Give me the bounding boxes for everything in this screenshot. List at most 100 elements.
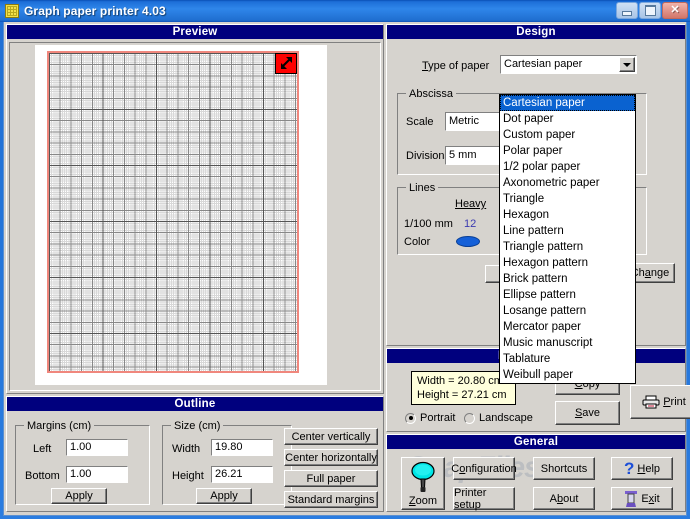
resize-diagonal-arrow-icon[interactable] xyxy=(275,53,297,74)
paper-type-option[interactable]: Mercator paper xyxy=(500,319,635,335)
margins-group-title: Margins (cm) xyxy=(24,420,95,432)
help-button-label: Help xyxy=(637,462,661,475)
heavy-color-swatch[interactable] xyxy=(456,236,480,247)
scale-value: Metric xyxy=(449,115,479,127)
grid-lines xyxy=(49,53,297,371)
width-input[interactable]: 19.80 xyxy=(211,439,273,456)
paper-type-option[interactable]: Tablature xyxy=(500,351,635,367)
zoom-button[interactable]: Zoom xyxy=(401,457,445,510)
zoom-button-label: Zoom xyxy=(408,494,438,507)
title-bar: Graph paper printer 4.03 ✕ xyxy=(0,0,690,22)
paper-type-option[interactable]: Dot paper xyxy=(500,111,635,127)
graph-paper-preview[interactable] xyxy=(47,51,299,373)
paper-type-option[interactable]: Music manuscript xyxy=(500,335,635,351)
close-button[interactable]: ✕ xyxy=(662,2,688,19)
height-input[interactable]: 26.21 xyxy=(211,466,273,483)
paper-type-option[interactable]: 1/2 polar paper xyxy=(500,159,635,175)
portrait-radio-dot xyxy=(405,412,416,424)
bottom-margin-input[interactable]: 1.00 xyxy=(66,466,128,483)
left-margin-input[interactable]: 1.00 xyxy=(66,439,128,456)
center-horizontally-button[interactable]: Center horizontally xyxy=(284,449,378,466)
paper-type-option[interactable]: Ellipse pattern xyxy=(500,287,635,303)
height-label: Height xyxy=(172,470,204,482)
paper-type-option[interactable]: Polar paper xyxy=(500,143,635,159)
size-group: Size (cm) Width 19.80 Height 26.21 Apply xyxy=(162,420,292,505)
paper-type-option[interactable]: Triangle xyxy=(500,191,635,207)
design-header: Design xyxy=(387,25,685,39)
standard-margins-button[interactable]: Standard margins xyxy=(284,491,378,508)
general-header: General xyxy=(387,435,685,449)
paper-type-option[interactable]: Brick pattern xyxy=(500,271,635,287)
printer-icon xyxy=(642,395,660,409)
preview-header: Preview xyxy=(7,25,383,39)
resize-arrow-svg xyxy=(281,57,292,69)
abscissa-group-title: Abscissa xyxy=(406,88,457,100)
left-margin-label: Left xyxy=(33,443,52,455)
bottom-margin-label: Bottom xyxy=(25,470,60,482)
shortcuts-button[interactable]: Shortcuts xyxy=(533,457,595,480)
heavy-thickness-value[interactable]: 12 xyxy=(464,218,476,230)
paper-type-option[interactable]: Logit-log paper xyxy=(500,383,635,384)
save-button-label: Save xyxy=(574,407,601,419)
page-width-text: Width = 20.80 cm xyxy=(417,375,503,387)
exit-button[interactable]: Exit xyxy=(611,487,673,510)
client-area: Preview Outline Margins (cm) Left 1.00 B… xyxy=(3,22,690,516)
landscape-radio[interactable]: Landscape xyxy=(464,412,533,424)
door-exit-icon xyxy=(625,490,638,507)
size-apply-button[interactable]: Apply xyxy=(196,488,252,504)
preview-panel: Preview xyxy=(6,24,384,394)
thickness-label: 1/100 mm xyxy=(404,218,453,230)
full-paper-button[interactable]: Full paper xyxy=(284,470,378,487)
chevron-down-icon[interactable] xyxy=(619,57,635,72)
scale-label: Scale xyxy=(406,116,434,128)
question-mark-icon: ? xyxy=(623,459,635,478)
close-icon: ✕ xyxy=(670,4,680,16)
about-button-label: About xyxy=(549,492,579,505)
minimize-icon xyxy=(622,10,632,16)
paper-type-option[interactable]: Triangle pattern xyxy=(500,239,635,255)
paper-type-option[interactable]: Weibull paper xyxy=(500,367,635,383)
outline-header: Outline xyxy=(7,397,383,411)
margins-apply-button[interactable]: Apply xyxy=(51,488,107,504)
window-controls: ✕ xyxy=(616,2,688,19)
magnifier-icon xyxy=(411,461,435,492)
maximize-button[interactable] xyxy=(639,2,661,19)
size-group-title: Size (cm) xyxy=(171,420,224,432)
exit-button-label: Exit xyxy=(641,492,660,505)
type-of-paper-value: Cartesian paper xyxy=(504,58,583,70)
outline-panel: Outline Margins (cm) Left 1.00 Bottom 1.… xyxy=(6,396,384,512)
paper-type-option[interactable]: Losange pattern xyxy=(500,303,635,319)
page-height-text: Height = 27.21 cm xyxy=(417,389,507,401)
paper-type-option[interactable]: Hexagon pattern xyxy=(500,255,635,271)
save-button[interactable]: Save xyxy=(555,401,620,425)
type-of-paper-combobox[interactable]: Cartesian paper xyxy=(500,55,637,74)
center-vertically-button[interactable]: Center vertically xyxy=(284,428,378,445)
width-label: Width xyxy=(172,443,201,455)
help-button[interactable]: ? Help xyxy=(611,457,673,480)
preview-body[interactable] xyxy=(9,42,381,391)
configuration-button-label: Configuration xyxy=(451,462,517,475)
paper-type-dropdown-list[interactable]: Cartesian paper Dot paper Custom paper Pola… xyxy=(499,94,636,384)
printer-setup-button[interactable]: Printer setup xyxy=(453,486,515,511)
print-button[interactable]: Print xyxy=(630,385,690,419)
type-of-paper-label: Type of paper xyxy=(422,60,490,72)
about-button[interactable]: About xyxy=(533,487,595,510)
portrait-radio[interactable]: Portrait xyxy=(405,412,455,424)
graph-paper-icon xyxy=(5,4,19,18)
paper-type-option[interactable]: Axonometric paper xyxy=(500,175,635,191)
general-panel: General SnapFiles Zoom Configuration Pri… xyxy=(386,434,686,512)
landscape-radio-dot xyxy=(464,412,475,424)
paper-type-option[interactable]: Line pattern xyxy=(500,223,635,239)
minimize-button[interactable] xyxy=(616,2,638,19)
margins-group: Margins (cm) Left 1.00 Bottom 1.00 Apply xyxy=(15,420,150,505)
change-button-label: Change xyxy=(630,267,670,279)
configuration-button[interactable]: Configuration xyxy=(451,457,517,480)
lines-group-title: Lines xyxy=(406,182,439,194)
paper-type-option[interactable]: Hexagon xyxy=(500,207,635,223)
printer-setup-button-label: Printer setup xyxy=(454,486,487,511)
divisions-value: 5 mm xyxy=(449,149,477,161)
portrait-label: Portrait xyxy=(420,412,456,424)
window-title: Graph paper printer 4.03 xyxy=(24,4,166,18)
paper-type-option[interactable]: Cartesian paper xyxy=(500,95,635,111)
paper-type-option[interactable]: Custom paper xyxy=(500,127,635,143)
